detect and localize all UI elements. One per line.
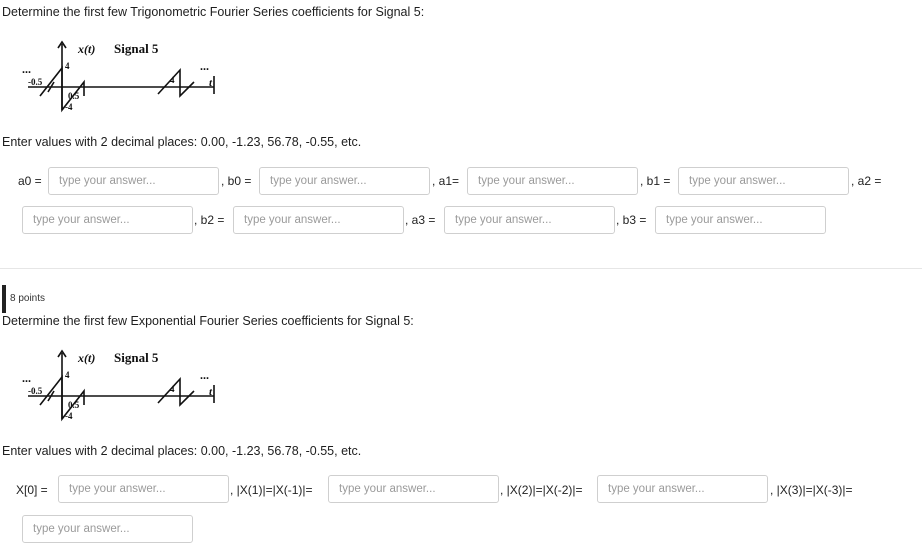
b0-input[interactable]	[259, 167, 430, 195]
tick-top: 4	[65, 370, 70, 380]
left-dots: ...	[22, 371, 31, 385]
a0-input[interactable]	[48, 167, 219, 195]
b2-label: , b2 =	[194, 213, 225, 227]
b0-label: , b0 =	[221, 174, 252, 188]
tick-neg-half: -0.5	[28, 77, 43, 87]
tick-top: 4	[65, 61, 70, 71]
tick-neg-half: -0.5	[28, 386, 43, 396]
a1-input[interactable]	[467, 167, 638, 195]
a1-label: , a1=	[432, 174, 460, 188]
a3-label: , a3 =	[405, 213, 436, 227]
x1-label: , |X(1)|=|X(-1)|=	[230, 483, 313, 497]
right-dots: ...	[200, 59, 209, 73]
x0-input[interactable]	[58, 475, 229, 503]
figure-title: Signal 5	[114, 41, 159, 56]
left-dots: ...	[22, 62, 31, 76]
q1-prompt: Determine the first few Trigonometric Fo…	[2, 5, 425, 19]
a3-input[interactable]	[444, 206, 615, 234]
q1-instructions: Enter values with 2 decimal places: 0.00…	[2, 135, 362, 149]
x1-input[interactable]	[328, 475, 499, 503]
x3-label: , |X(3)|=|X(-3)|=	[770, 483, 853, 497]
q1-signal-figure: x(t) Signal 5 ... ... 4 -0.5 0.5 -4 4 t	[22, 40, 215, 113]
x3-input[interactable]	[22, 515, 193, 543]
signal-label: x(t)	[77, 351, 95, 365]
figure-title: Signal 5	[114, 350, 159, 365]
x2-input[interactable]	[597, 475, 768, 503]
a0-label: a0 =	[18, 174, 42, 188]
q2-points: 8 points	[10, 293, 46, 304]
signal-label: x(t)	[77, 42, 95, 56]
q2-prompt: Determine the first few Exponential Four…	[2, 314, 414, 328]
b1-input[interactable]	[678, 167, 849, 195]
q2-signal-figure: x(t) Signal 5 ... ... 4 -0.5 0.5 -4 4 t	[22, 349, 215, 422]
points-marker	[2, 285, 6, 313]
b3-label: , b3 =	[616, 213, 647, 227]
a2-label: , a2 =	[851, 174, 882, 188]
x2-label: , |X(2)|=|X(-2)|=	[500, 483, 583, 497]
b3-input[interactable]	[655, 206, 826, 234]
b1-label: , b1 =	[640, 174, 671, 188]
right-dots: ...	[200, 368, 209, 382]
question-divider	[0, 268, 922, 269]
x0-label: X[0] =	[16, 483, 48, 497]
b2-input[interactable]	[233, 206, 404, 234]
a2-input[interactable]	[22, 206, 193, 234]
q2-instructions: Enter values with 2 decimal places: 0.00…	[2, 444, 362, 458]
